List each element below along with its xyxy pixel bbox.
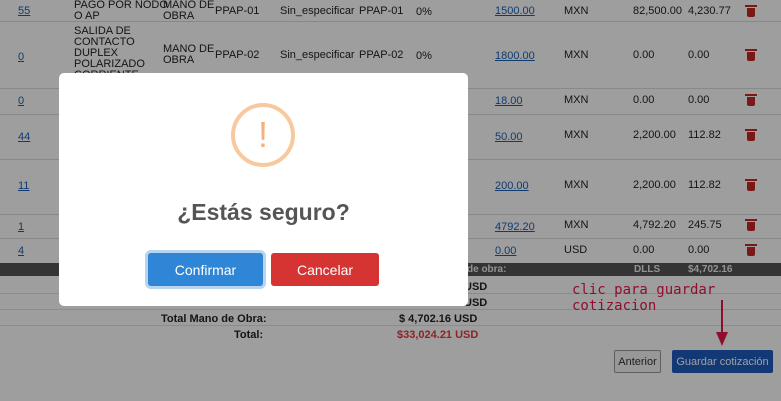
warning-icon: !	[231, 103, 295, 167]
warning-glyph: !	[257, 114, 268, 155]
dialog-title: ¿Estás seguro?	[177, 199, 350, 225]
cancel-button[interactable]: Cancelar	[271, 253, 379, 286]
confirm-dialog: ! ¿Estás seguro? Confirmar Cancelar	[59, 73, 468, 306]
confirm-button[interactable]: Confirmar	[148, 253, 263, 286]
